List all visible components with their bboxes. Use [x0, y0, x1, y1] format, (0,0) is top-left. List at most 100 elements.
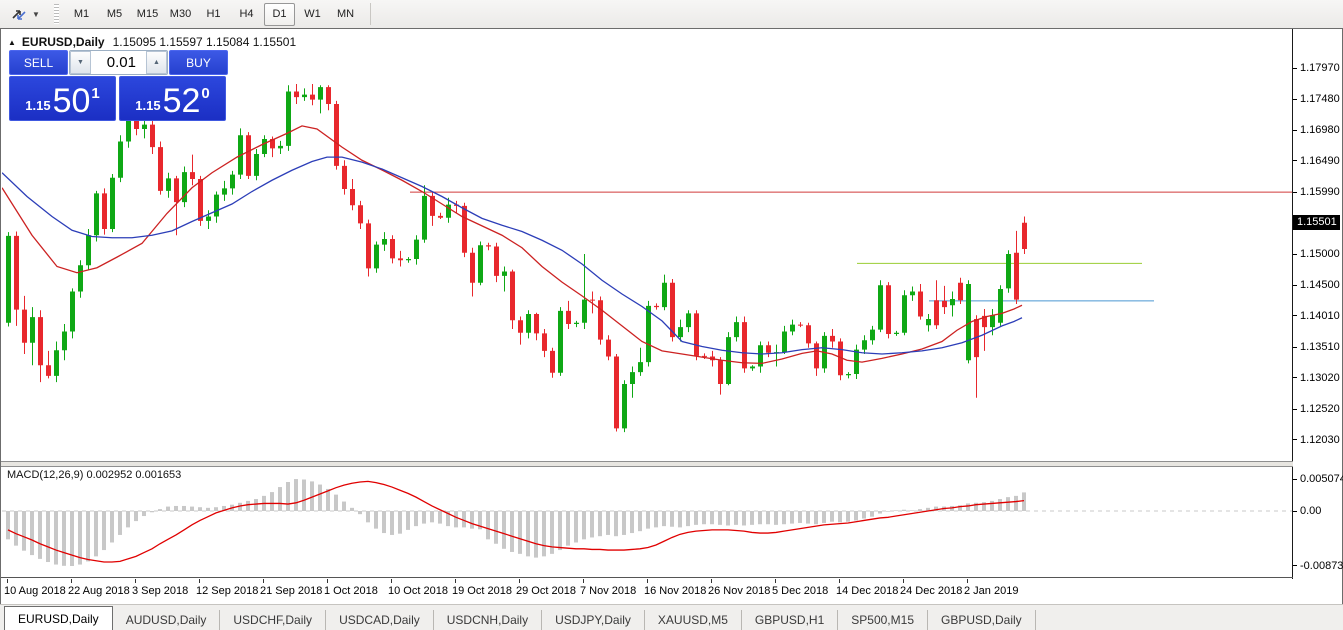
chart-tab-usdchf-daily[interactable]: USDCHF,Daily — [220, 610, 326, 630]
chart-tab-gbpusd-h1[interactable]: GBPUSD,H1 — [742, 610, 838, 630]
chart-tab-usdcad-daily[interactable]: USDCAD,Daily — [326, 610, 434, 630]
price-axis-tick: 1.13020 — [1293, 371, 1340, 385]
date-axis-tick — [135, 579, 136, 583]
chart-ohlc-values: 1.15095 1.15597 1.15084 1.15501 — [113, 35, 297, 49]
date-axis-tick — [583, 579, 584, 583]
macd-histogram — [6, 479, 1026, 566]
price-axis-tick: 1.14500 — [1293, 278, 1340, 292]
macd-signal-line — [8, 481, 1024, 562]
sell-button[interactable]: SELL — [9, 50, 68, 75]
bid-big-digits: 50 — [53, 86, 91, 116]
timeframe-button-m1[interactable]: M1 — [66, 3, 97, 26]
candlestick-series — [6, 84, 1027, 432]
date-axis-label: 16 Nov 2018 — [644, 585, 706, 597]
chart-tab-usdcnh-daily[interactable]: USDCNH,Daily — [434, 610, 542, 630]
chart-tab-usdjpy-daily[interactable]: USDJPY,Daily — [542, 610, 645, 630]
date-axis-tick — [7, 579, 8, 583]
price-axis-tick: 1.14010 — [1293, 309, 1340, 323]
timeframe-button-h1[interactable]: H1 — [198, 3, 229, 26]
volume-decrease-button[interactable]: ▼ — [70, 51, 91, 74]
chart-tab-bar: EURUSD,DailyAUDUSD,DailyUSDCHF,DailyUSDC… — [0, 604, 1343, 630]
timeframe-button-h4[interactable]: H4 — [231, 3, 262, 26]
chart-shift-icon-glyph — [11, 7, 27, 21]
timeframe-button-m15[interactable]: M15 — [132, 3, 163, 26]
date-axis-tick — [455, 579, 456, 583]
date-axis-tick — [839, 579, 840, 583]
date-axis-tick — [519, 579, 520, 583]
price-axis[interactable]: 1.17970 1.17480 1.16980 1.16490 1.15990 1.150… — [1293, 29, 1342, 602]
current-price-badge: 1.15501 — [1293, 215, 1340, 230]
chart-tab-audusd-daily[interactable]: AUDUSD,Daily — [113, 610, 221, 630]
buy-button[interactable]: BUY — [169, 50, 228, 75]
bid-price-box[interactable]: 1.15 50 1 — [9, 76, 116, 121]
date-axis-label: 21 Sep 2018 — [260, 585, 322, 597]
price-axis-tick: 1.15000 — [1293, 247, 1340, 261]
chart-shift-icon[interactable] — [8, 4, 30, 24]
date-axis-tick — [647, 579, 648, 583]
volume-value[interactable]: 0.01 — [91, 51, 146, 74]
toolbar-separator — [370, 3, 371, 25]
macd-axis-tick: 0.005074 — [1293, 472, 1343, 486]
toolbar-drag-handle[interactable] — [54, 4, 59, 24]
date-axis-label: 29 Oct 2018 — [516, 585, 576, 597]
price-axis-tick: 1.12520 — [1293, 402, 1340, 416]
timeframe-button-d1[interactable]: D1 — [264, 3, 295, 26]
timeframe-toolbar: ▼ M1M5M15M30H1H4D1W1MN — [0, 0, 1343, 29]
price-axis-tick: 1.16980 — [1293, 123, 1340, 137]
macd-label: MACD(12,26,9) 0.002952 0.001653 — [7, 469, 181, 481]
date-axis-tick — [775, 579, 776, 583]
bid-prefix: 1.15 — [25, 98, 50, 113]
date-axis-label: 7 Nov 2018 — [580, 585, 636, 597]
date-axis-tick — [263, 579, 264, 583]
date-axis-tick — [967, 579, 968, 583]
date-axis-tick — [711, 579, 712, 583]
one-click-trading-panel: SELL ▼ 0.01 ▲ BUY 1.15 50 1 1.15 52 0 — [9, 50, 228, 121]
price-axis-tick: 1.15990 — [1293, 185, 1340, 199]
date-axis-label: 5 Dec 2018 — [772, 585, 828, 597]
date-axis-label: 26 Nov 2018 — [708, 585, 770, 597]
date-axis-tick — [199, 579, 200, 583]
ask-big-digits: 52 — [163, 86, 201, 116]
macd-axis-tick: -0.00873 — [1293, 559, 1343, 573]
collapse-triangle-icon[interactable]: ▲ — [8, 38, 16, 47]
chart-symbol-period: EURUSD,Daily — [22, 35, 105, 49]
ask-prefix: 1.15 — [135, 98, 160, 113]
timeframe-button-w1[interactable]: W1 — [297, 3, 328, 26]
timeframe-button-m5[interactable]: M5 — [99, 3, 130, 26]
date-axis-tick — [71, 579, 72, 583]
ask-pipette: 0 — [201, 85, 209, 102]
date-axis-label: 19 Oct 2018 — [452, 585, 512, 597]
date-axis-label: 12 Sep 2018 — [196, 585, 258, 597]
chart-tab-xauusd-m5[interactable]: XAUUSD,M5 — [645, 610, 742, 630]
volume-stepper: ▼ 0.01 ▲ — [69, 50, 168, 75]
macd-axis-tick: 0.00 — [1293, 504, 1321, 518]
volume-increase-button[interactable]: ▲ — [146, 51, 167, 74]
bid-pipette: 1 — [91, 85, 99, 102]
date-axis-tick — [903, 579, 904, 583]
date-axis-tick — [391, 579, 392, 583]
date-axis-label: 3 Sep 2018 — [132, 585, 188, 597]
chart-title: ▲ EURUSD,Daily 1.15095 1.15597 1.15084 1… — [8, 35, 296, 49]
date-axis[interactable]: 10 Aug 201822 Aug 20183 Sep 2018 12 Sep 2… — [1, 579, 1340, 603]
date-axis-label: 14 Dec 2018 — [836, 585, 898, 597]
macd-indicator-plot[interactable] — [2, 466, 1292, 577]
chart-tab-sp500-m15[interactable]: SP500,M15 — [838, 610, 928, 630]
chart-tab-eurusd-daily[interactable]: EURUSD,Daily — [4, 606, 113, 630]
date-axis-label: 10 Aug 2018 — [4, 585, 66, 597]
price-axis-tick: 1.17480 — [1293, 92, 1340, 106]
date-axis-label: 2 Jan 2019 — [964, 585, 1018, 597]
date-axis-label: 22 Aug 2018 — [68, 585, 130, 597]
timeframe-button-m30[interactable]: M30 — [165, 3, 196, 26]
price-axis-tick: 1.16490 — [1293, 154, 1340, 168]
chart-window: ▲ EURUSD,Daily 1.15095 1.15597 1.15084 1… — [0, 28, 1343, 605]
chart-tab-gbpusd-daily[interactable]: GBPUSD,Daily — [928, 610, 1036, 630]
chevron-down-icon[interactable]: ▼ — [32, 10, 44, 19]
price-axis-tick: 1.17970 — [1293, 61, 1340, 75]
date-axis-label: 24 Dec 2018 — [900, 585, 962, 597]
timeframe-button-mn[interactable]: MN — [330, 3, 361, 26]
date-axis-tick — [327, 579, 328, 583]
price-axis-tick: 1.13510 — [1293, 340, 1340, 354]
date-axis-label: 10 Oct 2018 — [388, 585, 448, 597]
ask-price-box[interactable]: 1.15 52 0 — [119, 76, 226, 121]
date-axis-label: 1 Oct 2018 — [324, 585, 378, 597]
